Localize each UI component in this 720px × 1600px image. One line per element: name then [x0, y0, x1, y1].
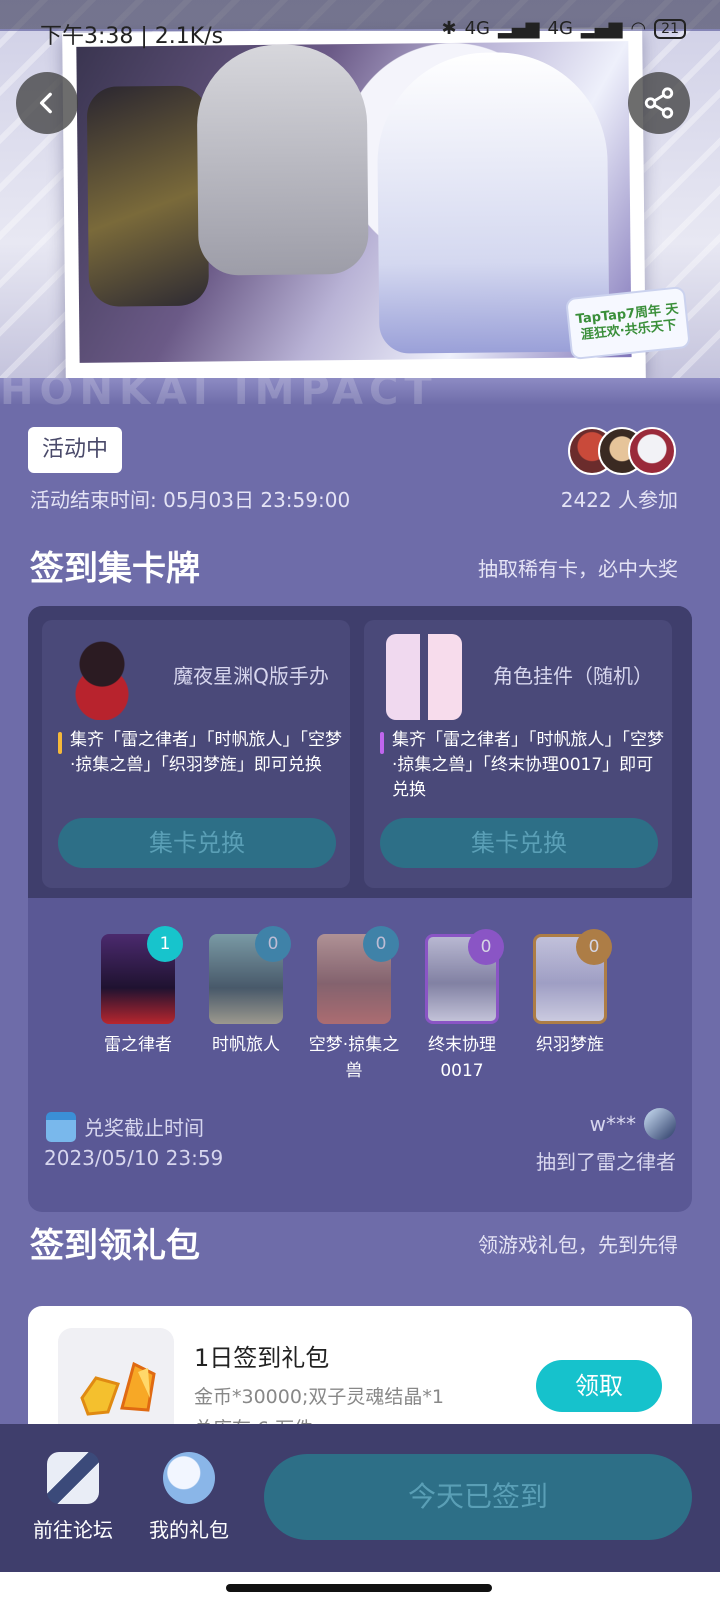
section-subtitle-gift-pack: 领游戏礼包，先到先得: [478, 1233, 678, 1257]
character-image: 0: [317, 926, 399, 1024]
status-badge: 活动中: [28, 427, 123, 473]
event-end-time: 活动结束时间: 05月03日 23:59:00: [30, 488, 351, 512]
card-collection-panel: 魔夜星渊Q版手办 集齐「雷之律者」「时帆旅人」「空梦·掠集之兽」「织羽梦旌」即可…: [28, 606, 692, 1212]
reward-name: 魔夜星渊Q版手办: [173, 664, 329, 688]
character-name: 时帆旅人: [212, 1035, 280, 1055]
gift-pack-title: 1日签到礼包: [194, 1344, 330, 1372]
forum-link[interactable]: 前往论坛: [14, 1452, 132, 1543]
home-indicator[interactable]: [226, 1584, 492, 1592]
reward-name: 角色挂件（随机）: [493, 664, 653, 688]
hero-watermark: HONKAI IMPACT: [0, 378, 720, 405]
character-cards: 1 雷之律者 0 时帆旅人 0 空梦·掠集之兽 0 终末协理0017 0 织羽梦…: [28, 926, 692, 1088]
character-artwork: [76, 41, 632, 363]
back-button[interactable]: [16, 72, 78, 134]
card-count-badge: 0: [576, 929, 612, 965]
chevron-left-icon: [39, 92, 52, 114]
signal-icon: ▂▄▆: [497, 18, 540, 39]
reward-card: 魔夜星渊Q版手办 集齐「雷之律者」「时帆旅人」「空梦·掠集之兽」「织羽梦旌」即可…: [42, 620, 350, 888]
card-count-badge: 0: [363, 926, 399, 962]
character-image: 1: [101, 926, 183, 1024]
reward-description-text: 集齐「雷之律者」「时帆旅人」「空梦·掠集之兽」「织羽梦旌」即可兑换: [70, 730, 342, 775]
reward-description-text: 集齐「雷之律者」「时帆旅人」「空梦·掠集之兽」「终末协理0017」即可兑换: [392, 730, 664, 800]
forum-icon: [47, 1452, 99, 1504]
character-card[interactable]: 0 时帆旅人: [192, 926, 300, 1058]
network-4g-label-2: 4G: [547, 18, 573, 39]
character-card[interactable]: 0 织羽梦旌: [516, 928, 624, 1058]
participant-count: 2422 人参加: [560, 488, 678, 512]
reward-description: 集齐「雷之律者」「时帆旅人」「空梦·掠集之兽」「终末协理0017」即可兑换: [380, 728, 664, 803]
status-bar: 下午3:38 | 2.1K/s ✱ 4G ▂▄▆ 4G ▂▄▆ ◠ 21: [0, 0, 720, 66]
character-card[interactable]: 0 空梦·掠集之兽: [300, 926, 408, 1084]
winner-name: w***: [589, 1112, 636, 1136]
status-time: 下午3:38 | 2.1K/s: [40, 24, 224, 49]
rewards-area: 魔夜星渊Q版手办 集齐「雷之律者」「时帆旅人」「空梦·掠集之兽」「织羽梦旌」即可…: [28, 606, 692, 898]
network-4g-label: 4G: [464, 18, 490, 39]
deadline-value: 2023/05/10 23:59: [44, 1146, 224, 1170]
character-card[interactable]: 1 雷之律者: [84, 926, 192, 1058]
winner-description: 抽到了雷之律者: [536, 1150, 676, 1174]
figure-image: [64, 634, 140, 720]
avatar: [628, 427, 676, 475]
my-gifts-link[interactable]: 我的礼包: [130, 1452, 248, 1543]
accent-bar: [380, 732, 384, 754]
character-name: 终末协理0017: [428, 1035, 496, 1081]
gift-icon: [163, 1452, 215, 1504]
wifi-icon: ◠: [630, 18, 647, 39]
exchange-button[interactable]: 集卡兑换: [58, 818, 336, 868]
card-count-badge: 0: [255, 926, 291, 962]
card-count-badge: 0: [468, 929, 504, 965]
character-name: 织羽梦旌: [536, 1035, 604, 1055]
character-name: 空梦·掠集之兽: [308, 1035, 400, 1081]
character-image: 0: [425, 929, 504, 1024]
forum-label: 前往论坛: [33, 1518, 113, 1542]
my-gifts-label: 我的礼包: [149, 1518, 229, 1542]
hero-image: [62, 26, 646, 386]
card-count-badge: 1: [147, 926, 183, 962]
share-icon: [644, 87, 674, 119]
claim-button[interactable]: 领取: [536, 1360, 662, 1412]
reward-description: 集齐「雷之律者」「时帆旅人」「空梦·掠集之兽」「织羽梦旌」即可兑换: [58, 728, 342, 778]
exchange-button[interactable]: 集卡兑换: [380, 818, 658, 868]
character-card[interactable]: 0 终末协理0017: [408, 928, 516, 1084]
share-button[interactable]: [628, 72, 690, 134]
signal-icon-2: ▂▄▆: [580, 18, 623, 39]
character-image: 0: [533, 929, 612, 1024]
participant-avatars[interactable]: [568, 427, 678, 475]
gift-pack-description: 金币*30000;双子灵魂结晶*1: [194, 1386, 444, 1408]
checkin-button[interactable]: 今天已签到: [264, 1454, 692, 1540]
character-image: 0: [209, 926, 291, 1024]
avatar: [644, 1108, 676, 1140]
deadline-label: 兑奖截止时间: [84, 1116, 204, 1140]
accent-bar: [58, 732, 62, 754]
anniversary-sticker: TapTap7周年 天涯狂欢·共乐天下: [565, 285, 691, 361]
calendar-icon: [46, 1112, 76, 1142]
reward-card: 角色挂件（随机） 集齐「雷之律者」「时帆旅人」「空梦·掠集之兽」「终末协理001…: [364, 620, 672, 888]
character-name: 雷之律者: [104, 1035, 172, 1055]
status-icons: ✱ 4G ▂▄▆ 4G ▂▄▆ ◠ 21: [441, 18, 686, 39]
charm-image: [386, 634, 462, 720]
section-title-collect-cards: 签到集卡牌: [30, 549, 200, 589]
bluetooth-icon: ✱: [441, 18, 457, 39]
section-title-gift-pack: 签到领礼包: [30, 1226, 200, 1266]
battery-icon: 21: [654, 18, 686, 39]
bottom-action-bar: 前往论坛 我的礼包 今天已签到: [0, 1424, 720, 1572]
section-subtitle-collect-cards: 抽取稀有卡，必中大奖: [478, 557, 678, 581]
